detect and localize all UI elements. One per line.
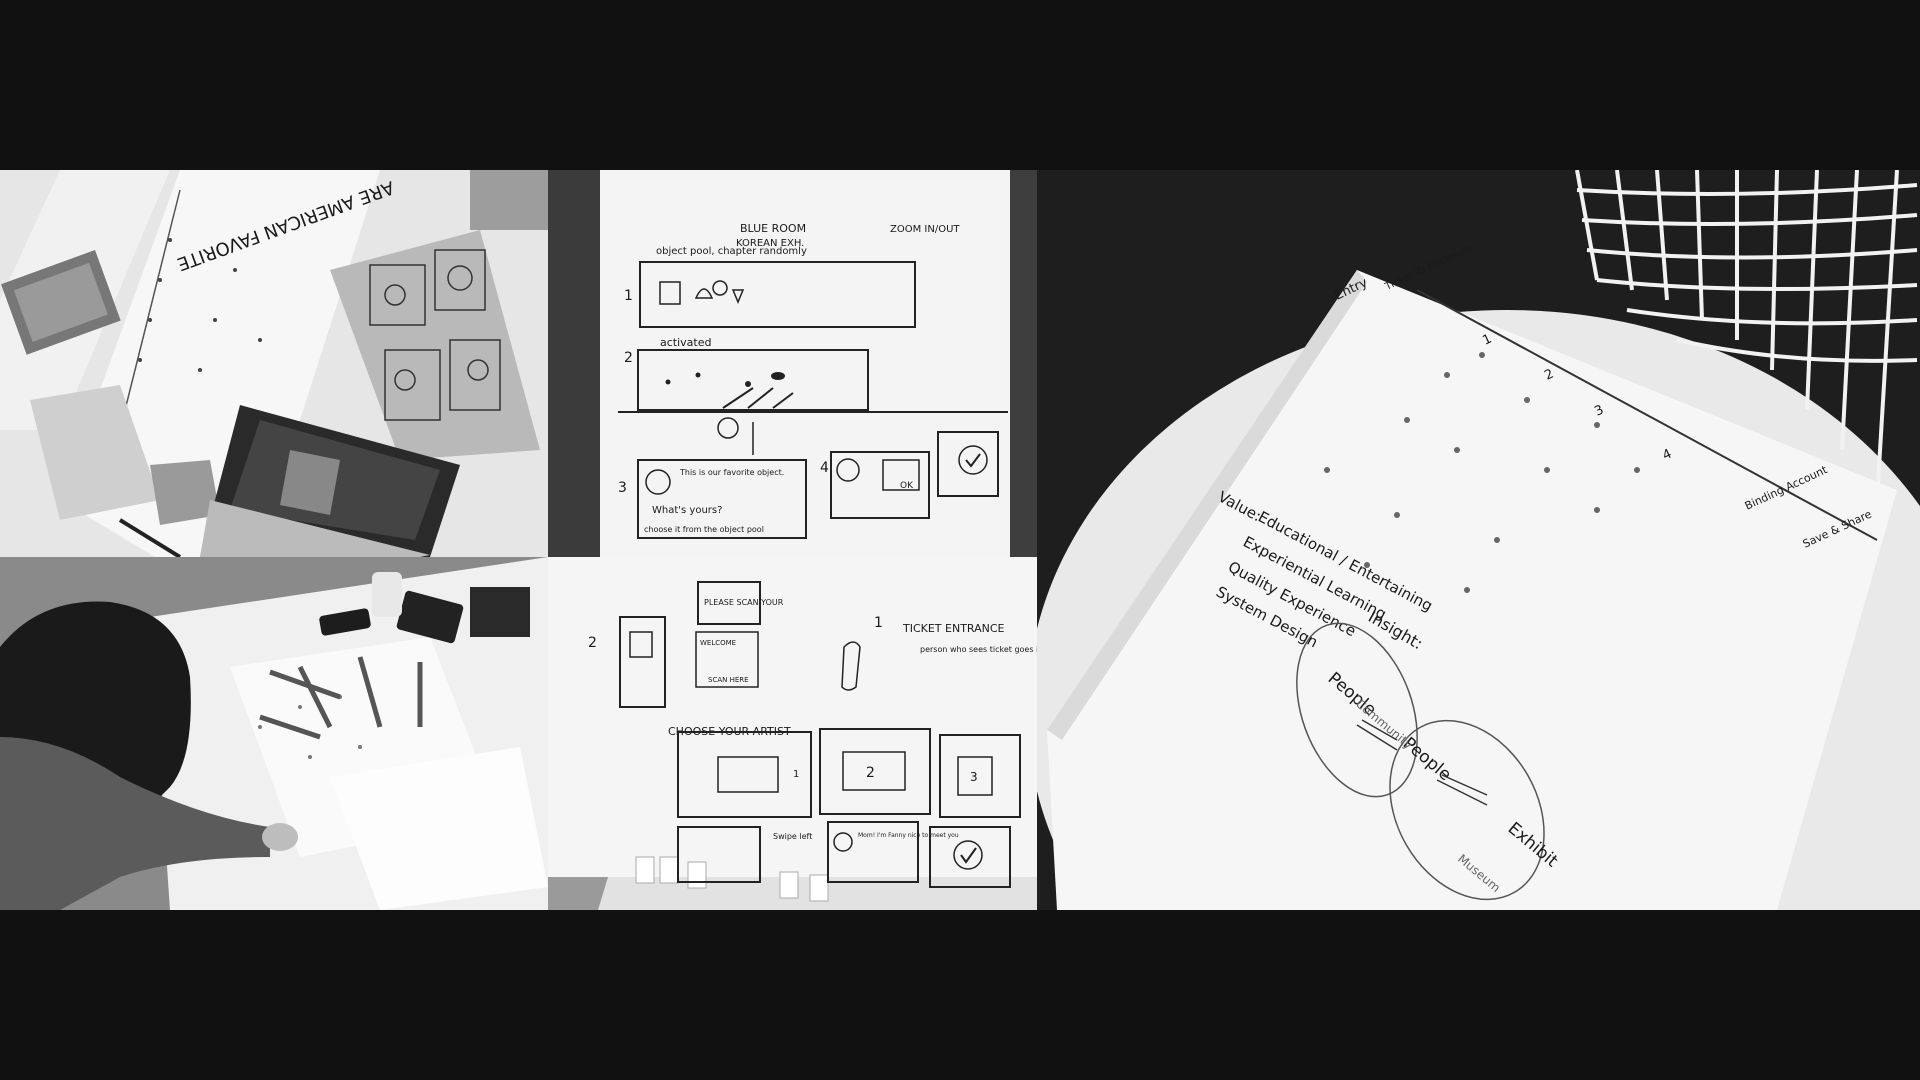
panel-storyboard-ticket: 2 PLEASE SCAN YOUR WELCOME SCAN HERE 1 T…: [548, 557, 1037, 910]
scan-button-label: SCAN HERE: [708, 676, 749, 684]
bubble-2: What's yours?: [652, 505, 722, 516]
ticket-note: person who sees ticket goes instruction …: [920, 645, 1037, 654]
storyboard-bottom-sheet: 2 PLEASE SCAN YOUR WELCOME SCAN HERE 1 T…: [548, 557, 1037, 910]
bubble-1: This is our favorite object.: [679, 468, 784, 477]
panel-woman-sketching: [0, 557, 548, 910]
step-4-number: 4: [820, 460, 829, 476]
artist-number-2: 2: [866, 765, 875, 781]
panel-storyboard-blue-room: BLUE ROOM KOREAN EXH. object pool, chapt…: [548, 170, 1037, 557]
photo-collage: { "collage": { "background": "#111111", …: [0, 0, 1920, 1080]
artist-number-1: 1: [793, 769, 799, 780]
sketch-table-photo: ARE AMERICAN FAVORITE: [0, 170, 548, 557]
step-1-number: 1: [624, 288, 633, 304]
zoom-label: ZOOM IN/OUT: [890, 224, 960, 235]
storyboard-title: BLUE ROOM: [740, 222, 806, 235]
welcome-label: WELCOME: [700, 639, 736, 647]
swipe-label: Swipe left: [773, 832, 812, 841]
activated-label: activated: [660, 336, 711, 349]
panel-journey-map: Entry Ticket ID Enclosure 1 2 3 4 Bindin…: [1037, 170, 1920, 910]
storyboard-caption: object pool, chapter randomly: [656, 246, 807, 257]
ticket-step-2-number: 2: [588, 635, 597, 651]
step-2-number: 2: [624, 350, 633, 366]
scan-label: PLEASE SCAN YOUR: [704, 598, 784, 607]
woman-sketching-photo: [0, 557, 548, 910]
artist-number-3: 3: [970, 770, 978, 784]
panel-sketch-table: ARE AMERICAN FAVORITE: [0, 170, 548, 557]
step-3-number: 3: [618, 480, 627, 496]
storyboard-top-sheet: BLUE ROOM KOREAN EXH. object pool, chapt…: [548, 170, 1037, 557]
ticket-entrance-label: TICKET ENTRANCE: [902, 622, 1005, 635]
bubble-3: choose it from the object pool: [644, 525, 764, 534]
ok-label: OK: [900, 481, 914, 491]
friend-bubble: Mom! I'm Fanny nice to meet you: [858, 832, 959, 839]
ticket-step-1-number: 1: [874, 615, 883, 631]
journey-map-photo: Entry Ticket ID Enclosure 1 2 3 4 Bindin…: [1037, 170, 1920, 910]
